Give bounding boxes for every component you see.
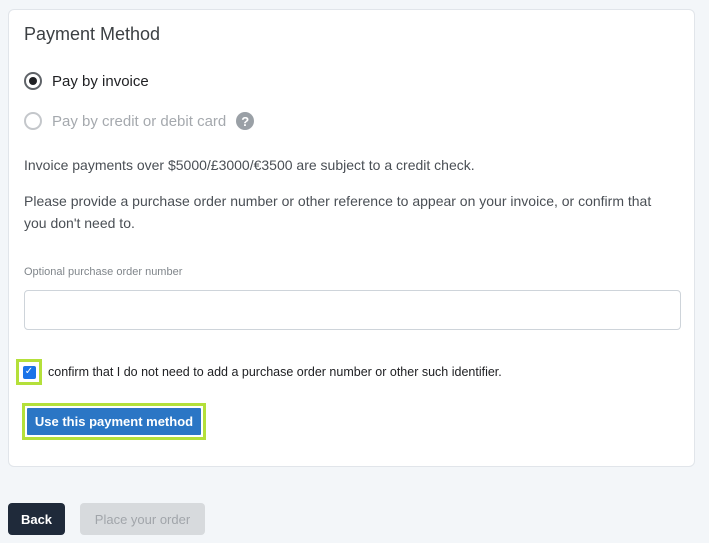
checkmark-icon: ✓ [24,366,34,377]
pay-by-invoice-radio[interactable] [24,72,42,90]
place-order-button[interactable]: Place your order [80,503,205,535]
pay-by-invoice-label: Pay by invoice [52,72,149,90]
card-title: Payment Method [24,24,161,44]
use-payment-method-highlight: Use this payment method [22,403,206,440]
confirm-checkbox-highlight[interactable]: ✓ [16,359,42,385]
po-reference-info: Please provide a purchase order number o… [24,193,652,231]
help-icon[interactable]: ? [236,112,255,130]
payment-method-card: Payment Method Pay by invoice Pay by cre… [8,9,695,467]
back-button[interactable]: Back [8,503,65,535]
po-number-input[interactable] [24,290,681,330]
use-payment-method-button[interactable]: Use this payment method [27,408,201,435]
pay-by-card-label: Pay by credit or debit card [52,112,227,130]
po-number-label: Optional purchase order number [24,266,183,278]
confirm-label[interactable]: confirm that I do not need to add a purc… [48,365,502,379]
pay-by-card-option[interactable]: Pay by credit or debit card ? [24,112,255,130]
confirm-checkbox[interactable]: ✓ [22,365,36,379]
pay-by-card-radio[interactable] [24,112,42,130]
pay-by-invoice-option[interactable]: Pay by invoice [24,72,149,90]
credit-check-info: Invoice payments over $5000/£3000/€3500 … [24,157,475,173]
